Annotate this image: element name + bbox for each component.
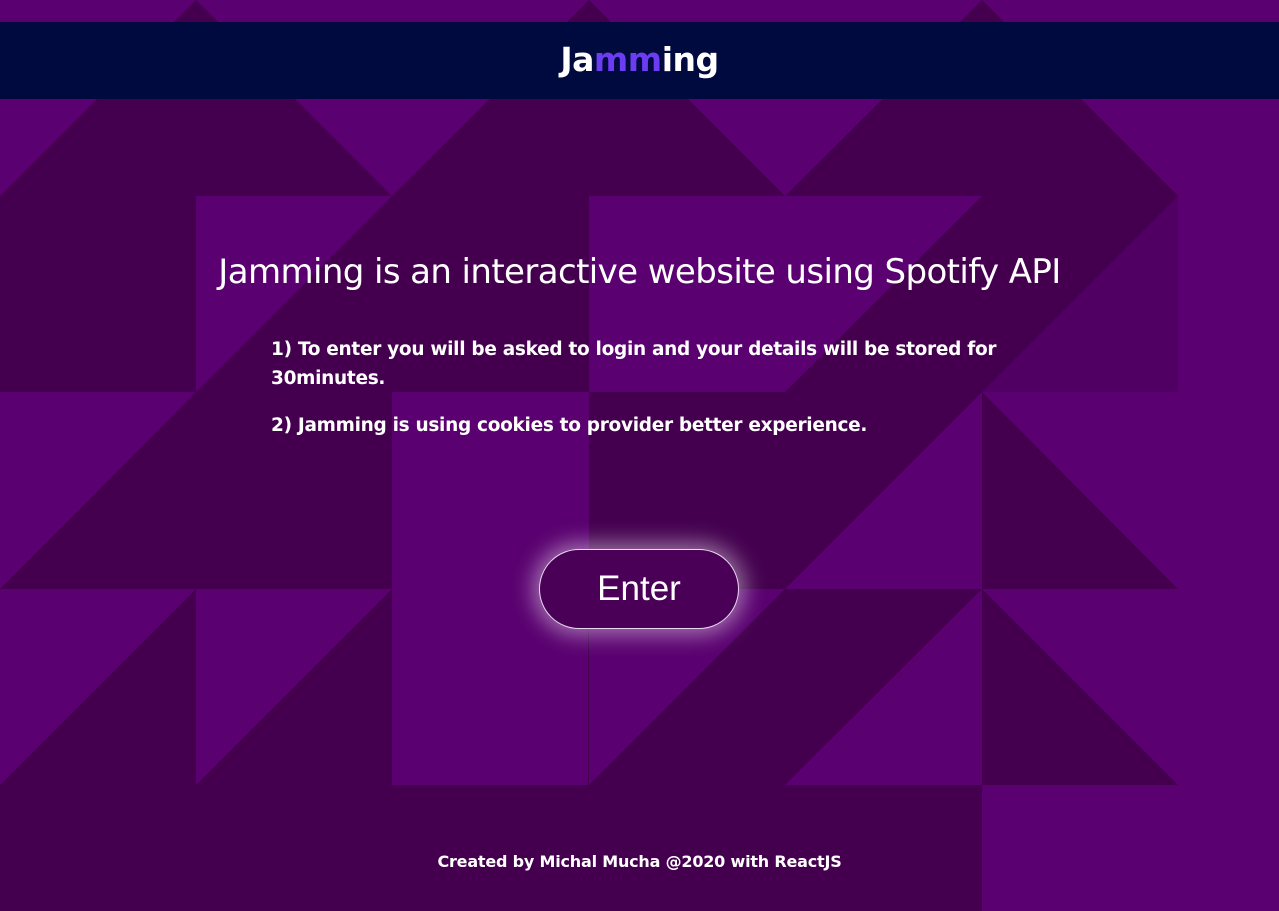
info-item-login: 1) To enter you will be asked to login a… [271,339,997,389]
info-item-cookies: 2) Jamming is using cookies to provider … [271,415,868,436]
info-list: 1) To enter you will be asked to login a… [271,335,1001,458]
footer-credit: Created by Michal Mucha @2020 with React… [437,852,842,871]
enter-button[interactable]: Enter [539,549,739,629]
page-headline: Jamming is an interactive website using … [218,252,1061,292]
main-content: Jamming is an interactive website using … [0,0,1279,911]
